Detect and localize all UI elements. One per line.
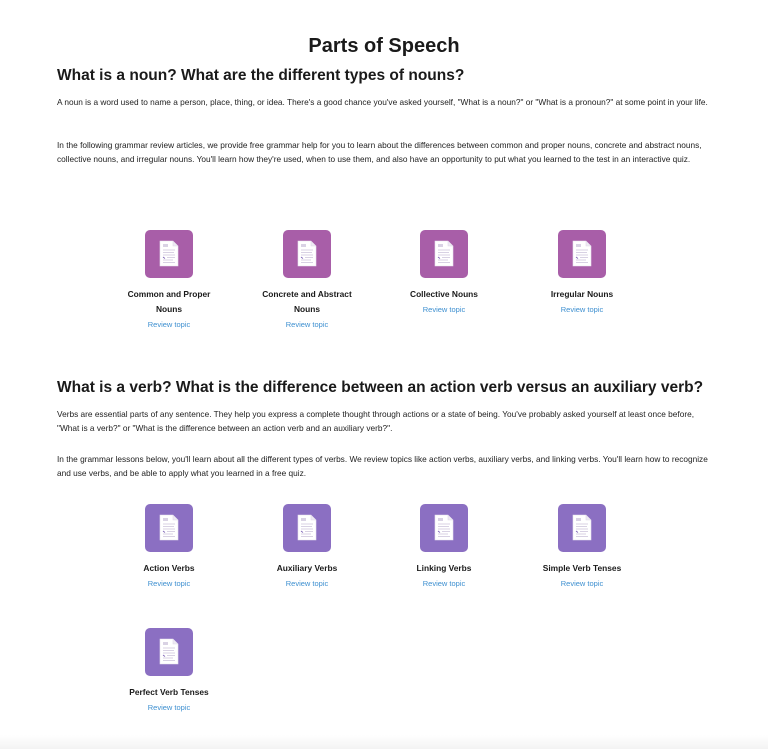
topic-card-title: Irregular Nouns: [550, 289, 614, 299]
review-topic-link[interactable]: Review topic: [114, 319, 224, 331]
topic-card-common-proper-nouns: Common and Proper Nouns Review topic: [114, 230, 224, 331]
topic-card-title: Action Verbs: [143, 563, 195, 573]
topic-card-collective-nouns: Collective Nouns Review topic: [389, 230, 499, 316]
topic-card-title: Common and Proper Nouns: [127, 289, 211, 314]
noun-lessons-paragraph: In the following grammar review articles…: [57, 140, 702, 164]
topic-card-title: Perfect Verb Tenses: [129, 687, 209, 697]
topic-card-title: Auxiliary Verbs: [276, 563, 338, 573]
verb-intro-paragraph: Verbs are essential parts of any sentenc…: [57, 409, 695, 433]
review-topic-link[interactable]: Review topic: [114, 578, 224, 590]
noun-intro-paragraph: A noun is a word used to name a person, …: [57, 97, 708, 107]
topic-card-title: Concrete and Abstract Nouns: [262, 289, 352, 314]
review-topic-link[interactable]: Review topic: [252, 319, 362, 331]
review-topic-link[interactable]: Review topic: [389, 304, 499, 316]
review-topic-link[interactable]: Review topic: [389, 578, 499, 590]
topic-card-perfect-verb-tenses: Perfect Verb Tenses Review topic: [114, 628, 224, 714]
topic-card-title: Linking Verbs: [416, 563, 472, 573]
verb-lessons-paragraph: In the grammar lessons below, you'll lea…: [57, 454, 708, 478]
topic-card-linking-verbs: Linking Verbs Review topic: [389, 504, 499, 590]
review-topic-link[interactable]: Review topic: [252, 578, 362, 590]
topic-card-title: Collective Nouns: [410, 289, 478, 299]
document-icon[interactable]: [420, 504, 468, 552]
document-icon[interactable]: [283, 504, 331, 552]
document-icon[interactable]: [420, 230, 468, 278]
document-icon[interactable]: [145, 230, 193, 278]
topic-card-irregular-nouns: Irregular Nouns Review topic: [527, 230, 637, 316]
document-icon[interactable]: [558, 230, 606, 278]
topic-card-simple-verb-tenses: Simple Verb Tenses Review topic: [527, 504, 637, 590]
topic-card-action-verbs: Action Verbs Review topic: [114, 504, 224, 590]
review-topic-link[interactable]: Review topic: [114, 702, 224, 714]
verb-section-heading: What is a verb? What is the difference b…: [57, 379, 704, 396]
page-title: Parts of Speech: [308, 35, 460, 57]
topic-card-title: Simple Verb Tenses: [542, 563, 622, 573]
topic-card-concrete-abstract-nouns: Concrete and Abstract Nouns Review topic: [252, 230, 362, 331]
document-icon[interactable]: [283, 230, 331, 278]
topic-card-auxiliary-verbs: Auxiliary Verbs Review topic: [252, 504, 362, 590]
noun-section-heading: What is a noun? What are the different t…: [57, 67, 465, 84]
review-topic-link[interactable]: Review topic: [527, 578, 637, 590]
document-icon[interactable]: [558, 504, 606, 552]
document-icon[interactable]: [145, 504, 193, 552]
page: Parts of Speech What is a noun? What are…: [0, 0, 768, 749]
review-topic-link[interactable]: Review topic: [527, 304, 637, 316]
page-bottom-edge: [0, 735, 768, 749]
document-icon[interactable]: [145, 628, 193, 676]
